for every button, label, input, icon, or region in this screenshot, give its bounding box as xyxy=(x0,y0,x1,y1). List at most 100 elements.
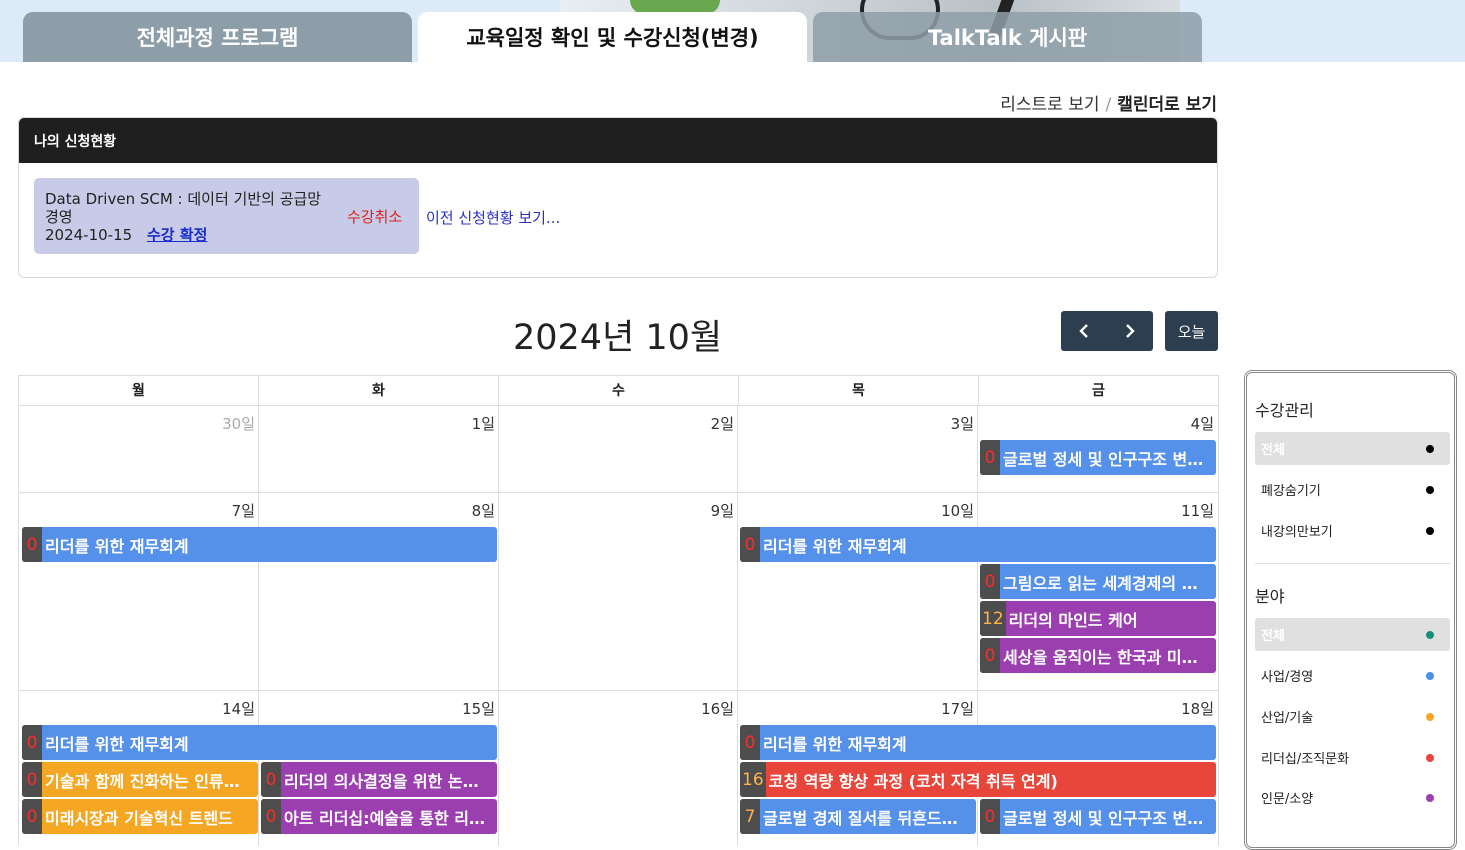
event-title: 그림으로 읽는 세계경제의 변… xyxy=(1003,573,1213,593)
filter-all-courses[interactable]: 전체 xyxy=(1255,432,1450,465)
event-title: 글로벌 정세 및 인구구조 변화… xyxy=(1003,449,1216,469)
tab-schedule-registration[interactable]: 교육일정 확인 및 수강신청(변경) xyxy=(418,12,807,62)
day-cell-date[interactable]: 30일 xyxy=(175,413,255,434)
day-cell-date[interactable]: 4일 xyxy=(1134,413,1214,434)
event-title: 코칭 역량 향상 과정 (코치 자격 취득 연계) xyxy=(768,771,1058,791)
filter-field-leadership[interactable]: 리더십/조직문화 xyxy=(1255,741,1450,774)
calendar-event[interactable]: 0 리더를 위한 재무회계 xyxy=(740,725,1216,760)
cancel-button[interactable]: 수강취소 xyxy=(347,208,402,226)
day-cell-date[interactable]: 18일 xyxy=(1134,698,1214,719)
event-title: 글로벌 경제 질서를 뒤흔드는 … xyxy=(763,808,976,828)
filter-field-all[interactable]: 전체 xyxy=(1255,618,1450,651)
application-card: Data Driven SCM : 데이터 기반의 공급망 경영 2024-10… xyxy=(34,178,419,254)
tab-talktalk-board[interactable]: TalkTalk 게시판 xyxy=(813,12,1202,62)
calendar-event[interactable]: 0 리더를 위한 재무회계 xyxy=(740,527,1216,562)
filter-label: 산업/기술 xyxy=(1261,711,1314,726)
day-cell-date[interactable]: 9일 xyxy=(654,500,734,521)
calendar-view-link[interactable]: 캘린더로 보기 xyxy=(1117,95,1217,115)
color-dot-icon xyxy=(1426,671,1434,680)
month-nav xyxy=(1061,311,1153,351)
day-cell-date[interactable]: 17일 xyxy=(894,698,974,719)
calendar-event[interactable]: 7 글로벌 경제 질서를 뒤흔드는 … xyxy=(740,799,976,834)
calendar-event[interactable]: 0 기술과 함께 진화하는 인류의 … xyxy=(22,762,258,797)
calendar-event[interactable]: 0 글로벌 정세 및 인구구조 변화… xyxy=(980,440,1216,475)
event-title: 아트 리더십:예술을 통한 리더… xyxy=(284,808,497,828)
chevron-right-icon xyxy=(1126,324,1135,338)
filter-hide-closed[interactable]: 폐강숨기기 xyxy=(1255,473,1450,506)
course-date: 2024-10-15 xyxy=(45,226,133,244)
day-cell-date[interactable]: 1일 xyxy=(415,413,495,434)
filter-label: 내강의만보기 xyxy=(1261,525,1333,540)
top-banner: 전체과정 프로그램 교육일정 확인 및 수강신청(변경) TalkTalk 게시… xyxy=(0,0,1465,62)
enrollment-count: 0 xyxy=(980,564,1000,599)
chevron-left-icon xyxy=(1079,324,1088,338)
filter-label: 리더십/조직문화 xyxy=(1261,752,1350,767)
previous-applications-link[interactable]: 이전 신청현황 보기... xyxy=(426,207,560,228)
calendar-event[interactable]: 0 세상을 움직이는 한국과 미국… xyxy=(980,638,1216,673)
calendar-event[interactable]: 0 리더를 위한 재무회계 xyxy=(22,725,497,760)
day-cell-date[interactable]: 15일 xyxy=(415,698,495,719)
enrollment-count: 12 xyxy=(980,601,1006,636)
event-title: 글로벌 정세 및 인구구조 변화… xyxy=(1003,808,1216,828)
event-title: 리더를 위한 재무회계 xyxy=(45,734,189,754)
weekday-mon: 월 xyxy=(19,376,259,405)
view-separator: / xyxy=(1105,95,1112,115)
divider xyxy=(1255,563,1450,564)
calendar-event[interactable]: 0 아트 리더십:예술을 통한 리더… xyxy=(261,799,497,834)
next-month-button[interactable] xyxy=(1107,311,1153,351)
course-title: Data Driven SCM : 데이터 기반의 공급망 xyxy=(45,190,322,208)
calendar-grid: 월 화 수 목 금 30일 1일 2일 3일 4일 7일 8일 9일 10일 1… xyxy=(18,375,1219,846)
list-view-link[interactable]: 리스트로 보기 xyxy=(1000,95,1099,115)
calendar-event[interactable]: 16 코칭 역량 향상 과정 (코치 자격 취득 연계) xyxy=(740,762,1216,797)
weekday-fri: 금 xyxy=(979,376,1219,405)
color-dot-icon xyxy=(1426,753,1434,762)
event-title: 리더를 위한 재무회계 xyxy=(45,536,189,556)
calendar-event[interactable]: 12 리더의 마인드 케어 xyxy=(980,601,1216,636)
color-dot-icon xyxy=(1426,526,1434,535)
my-application-panel: 나의 신청현황 Data Driven SCM : 데이터 기반의 공급망 경영… xyxy=(18,117,1218,278)
day-cell-date[interactable]: 10일 xyxy=(894,500,974,521)
day-cell-date[interactable]: 14일 xyxy=(175,698,255,719)
enrollment-count: 0 xyxy=(740,527,760,562)
enrollment-count: 0 xyxy=(22,527,42,562)
calendar-event[interactable]: 0 글로벌 정세 및 인구구조 변화… xyxy=(980,799,1216,834)
day-cell-date[interactable]: 7일 xyxy=(175,500,255,521)
filter-label: 폐강숨기기 xyxy=(1261,484,1321,499)
enrollment-count: 0 xyxy=(261,799,281,834)
day-cell-date[interactable]: 8일 xyxy=(415,500,495,521)
filter-label: 전체 xyxy=(1261,629,1285,644)
color-dot-icon xyxy=(1426,444,1434,453)
filter-field-humanities[interactable]: 인문/소양 xyxy=(1255,781,1450,814)
event-title: 미래시장과 기술혁신 트렌드 xyxy=(45,808,233,828)
confirm-link[interactable]: 수강 확정 xyxy=(147,226,207,244)
event-title: 리더의 마인드 케어 xyxy=(1008,610,1138,630)
enrollment-count: 0 xyxy=(980,799,1000,834)
tab-all-programs[interactable]: 전체과정 프로그램 xyxy=(23,12,412,62)
event-title: 리더를 위한 재무회계 xyxy=(763,734,907,754)
filter-field-industry[interactable]: 산업/기술 xyxy=(1255,700,1450,733)
filter-label: 사업/경영 xyxy=(1261,670,1314,685)
enrollment-count: 0 xyxy=(261,762,281,797)
section-title-field: 분야 xyxy=(1255,587,1285,606)
filter-field-business[interactable]: 사업/경영 xyxy=(1255,659,1450,692)
calendar-event[interactable]: 0 리더의 의사결정을 위한 논리… xyxy=(261,762,497,797)
calendar-event[interactable]: 0 리더를 위한 재무회계 xyxy=(22,527,497,562)
section-title-course-management: 수강관리 xyxy=(1255,401,1314,420)
day-cell-date[interactable]: 16일 xyxy=(654,698,734,719)
day-cell-date[interactable]: 2일 xyxy=(654,413,734,434)
weekday-thu: 목 xyxy=(739,376,979,405)
filter-my-courses[interactable]: 내강의만보기 xyxy=(1255,514,1450,547)
event-title: 기술과 함께 진화하는 인류의 … xyxy=(45,771,258,791)
filter-label: 인문/소양 xyxy=(1261,792,1314,807)
day-cell-date[interactable]: 11일 xyxy=(1134,500,1214,521)
color-dot-icon xyxy=(1426,793,1434,802)
filter-sidebar: 수강관리 전체 폐강숨기기 내강의만보기 분야 전체 사업/경영 산업/기술 리… xyxy=(1244,370,1457,850)
calendar-event[interactable]: 0 미래시장과 기술혁신 트렌드 xyxy=(22,799,258,834)
calendar-event[interactable]: 0 그림으로 읽는 세계경제의 변… xyxy=(980,564,1216,599)
day-cell-date[interactable]: 3일 xyxy=(894,413,974,434)
enrollment-count: 0 xyxy=(22,799,42,834)
color-dot-icon xyxy=(1426,712,1434,721)
color-dot-icon xyxy=(1426,630,1434,639)
today-button[interactable]: 오늘 xyxy=(1165,311,1218,351)
prev-month-button[interactable] xyxy=(1061,311,1107,351)
